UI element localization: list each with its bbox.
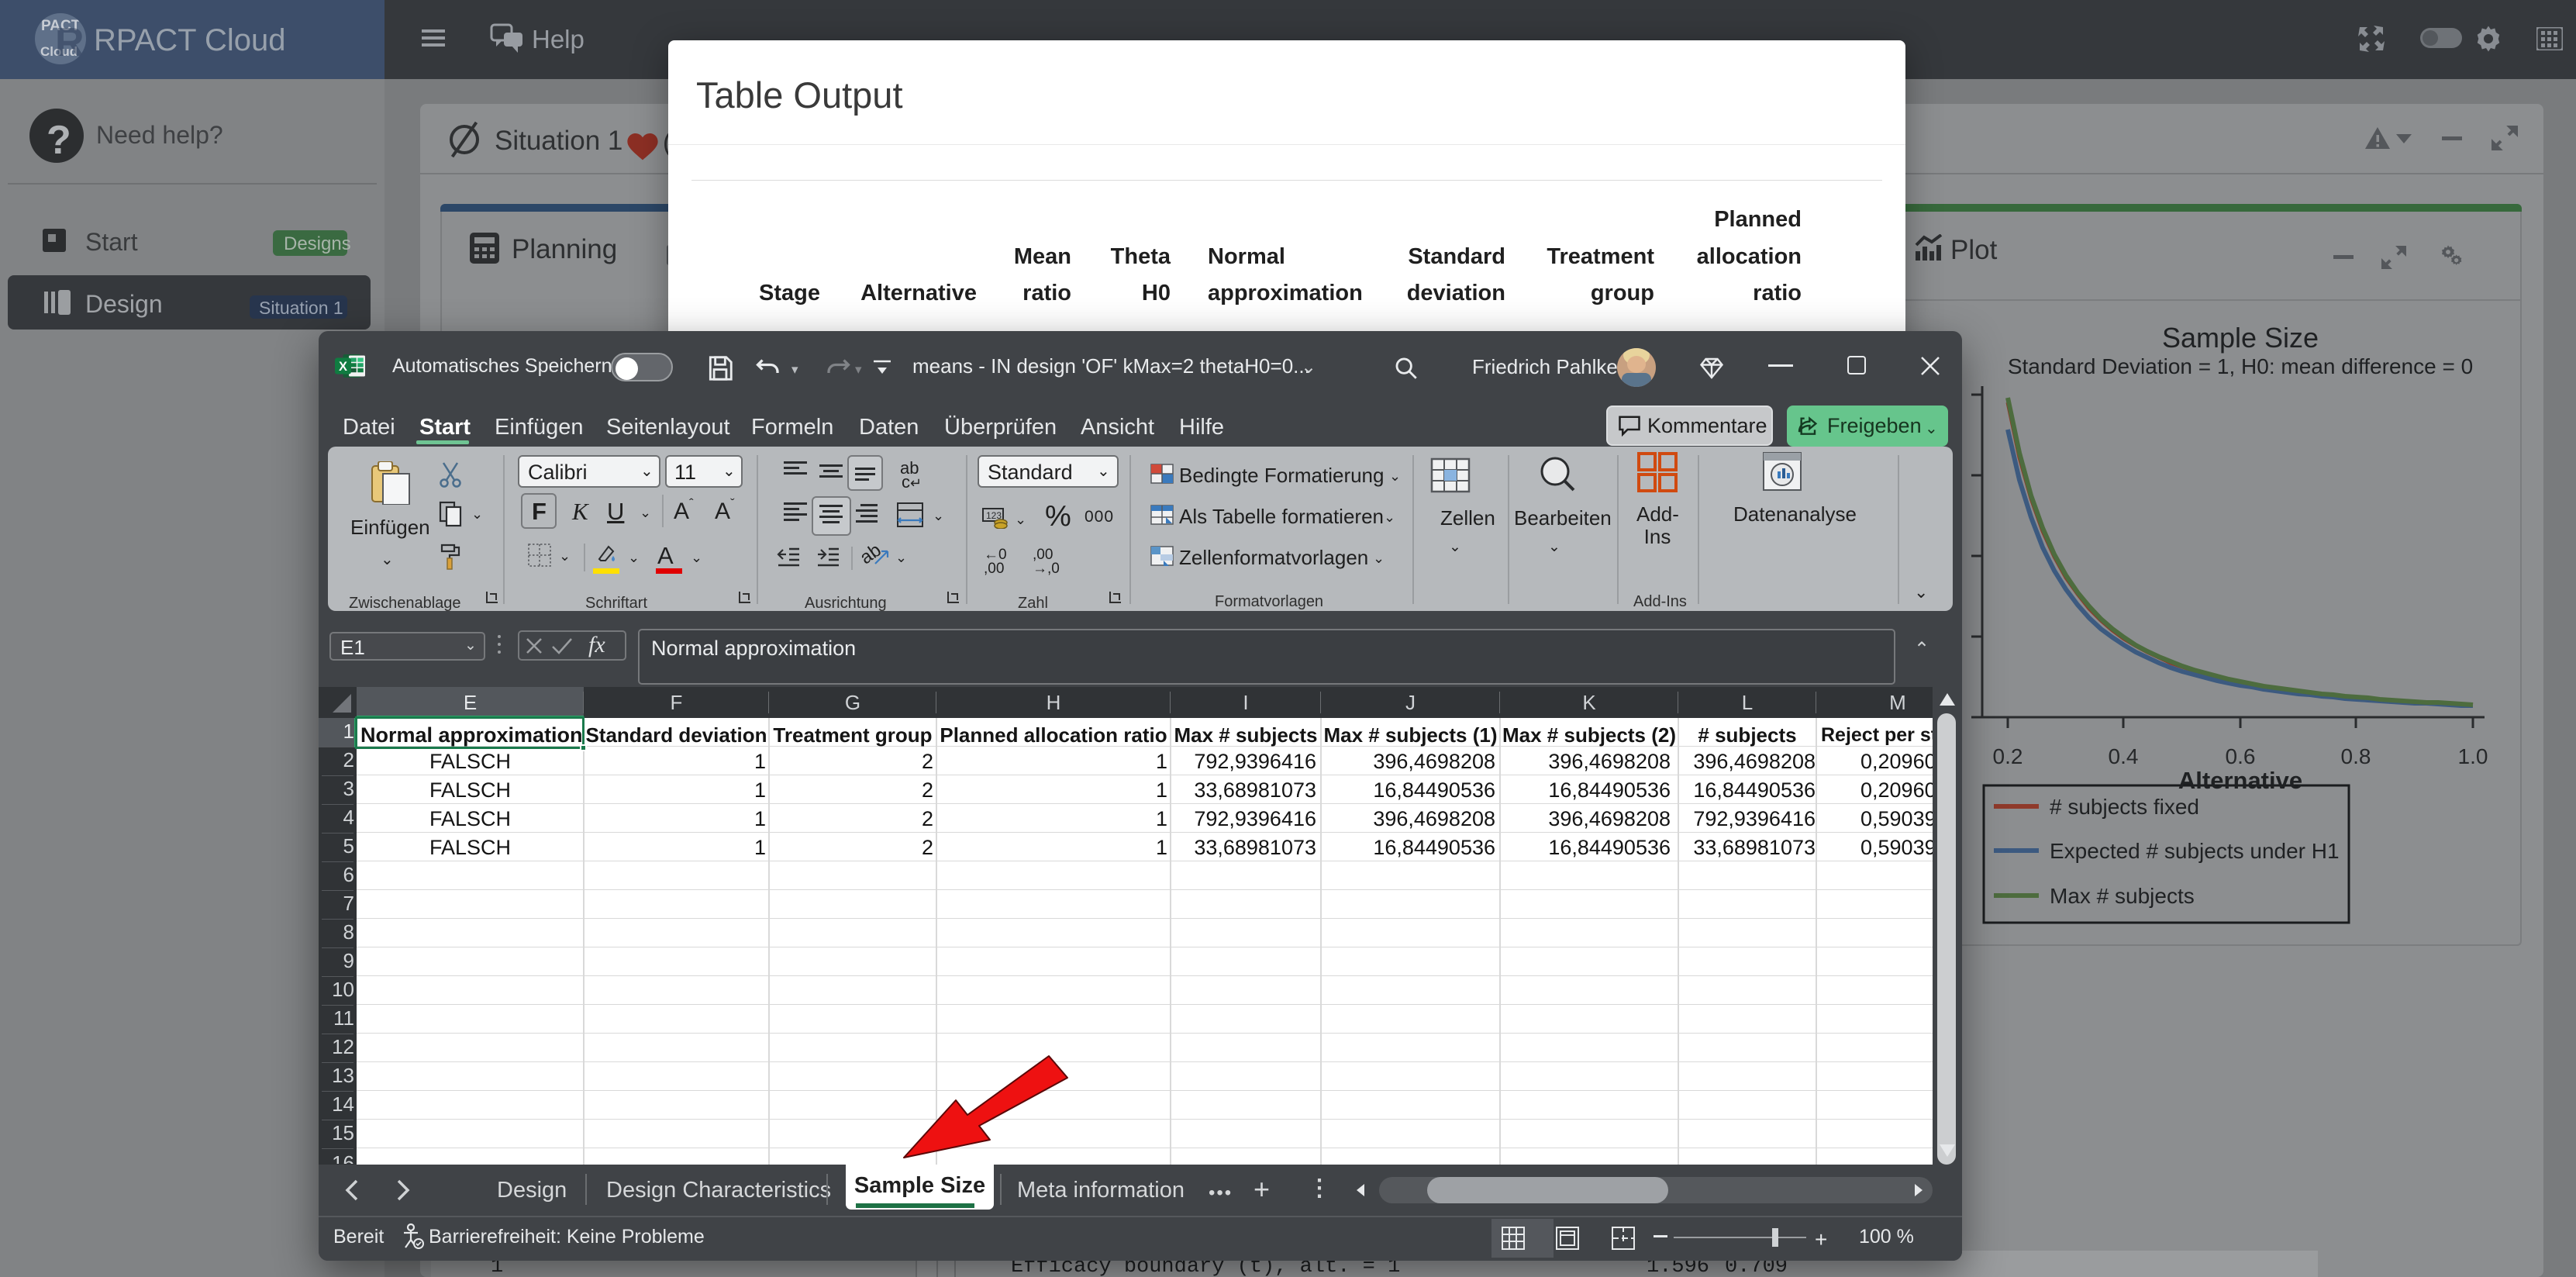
svg-text:Standard Deviation = 1, H0: me: Standard Deviation = 1, H0: mean differe… <box>2008 354 2473 378</box>
svg-text:Max # subjects: Max # subjects <box>2050 884 2195 908</box>
svg-text:1.0: 1.0 <box>2458 744 2488 768</box>
svg-text:Sample Size: Sample Size <box>2162 322 2319 354</box>
svg-text:Expected # subjects under H1: Expected # subjects under H1 <box>2050 839 2340 863</box>
svg-text:0.8: 0.8 <box>2341 744 2371 768</box>
svg-text:X: X <box>339 360 347 374</box>
svg-text:0.6: 0.6 <box>2226 744 2256 768</box>
svg-text:0.4: 0.4 <box>2109 744 2139 768</box>
svg-text:0.2: 0.2 <box>1993 744 2023 768</box>
svg-text:# subjects fixed: # subjects fixed <box>2050 795 2199 819</box>
svg-text:Alternative: Alternative <box>2178 767 2302 794</box>
